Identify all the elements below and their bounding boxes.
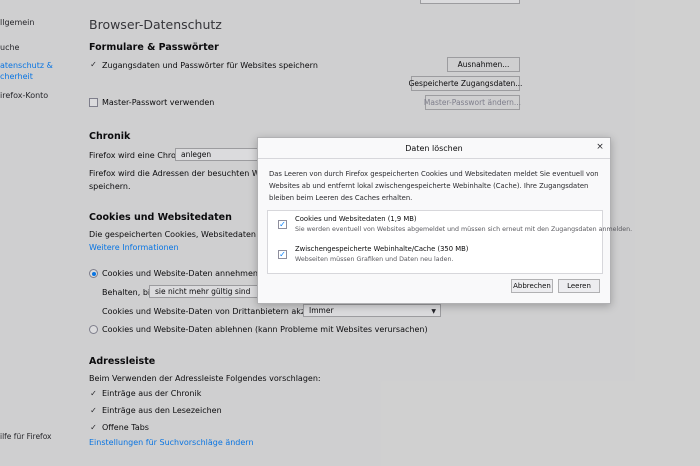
check-icon: ✓ <box>279 250 286 259</box>
dialog-options-box: ✓ Cookies und Websitedaten (1,9 MB) Sie … <box>267 210 632 274</box>
dialog-titlebar: Daten löschen <box>258 138 610 159</box>
clear-button[interactable]: Leeren <box>558 279 600 293</box>
cookies-data-title: Cookies und Websitedaten (1,9 MB) <box>295 215 417 223</box>
close-icon[interactable]: × <box>595 142 605 152</box>
preferences-page: llgemein uche atenschutz & cherheit iref… <box>0 0 700 466</box>
dialog-description: Das Leeren von durch Firefox gespeichert… <box>269 170 599 202</box>
cache-title: Zwischengespeicherte Webinhalte/Cache (3… <box>295 245 469 253</box>
dialog-title: Daten löschen <box>405 143 463 153</box>
check-icon: ✓ <box>279 220 286 229</box>
cookies-data-subtitle: Sie werden eventuell von Websites abgeme… <box>295 226 633 233</box>
clear-data-dialog: Daten löschen × Das Leeren von durch Fir… <box>257 137 632 304</box>
cancel-button[interactable]: Abbrechen <box>511 279 553 293</box>
cache-subtitle: Webseiten müssen Grafiken und Daten neu … <box>295 256 454 263</box>
cache-checkbox[interactable]: ✓ <box>278 250 287 259</box>
cookies-data-checkbox[interactable]: ✓ <box>278 220 287 229</box>
